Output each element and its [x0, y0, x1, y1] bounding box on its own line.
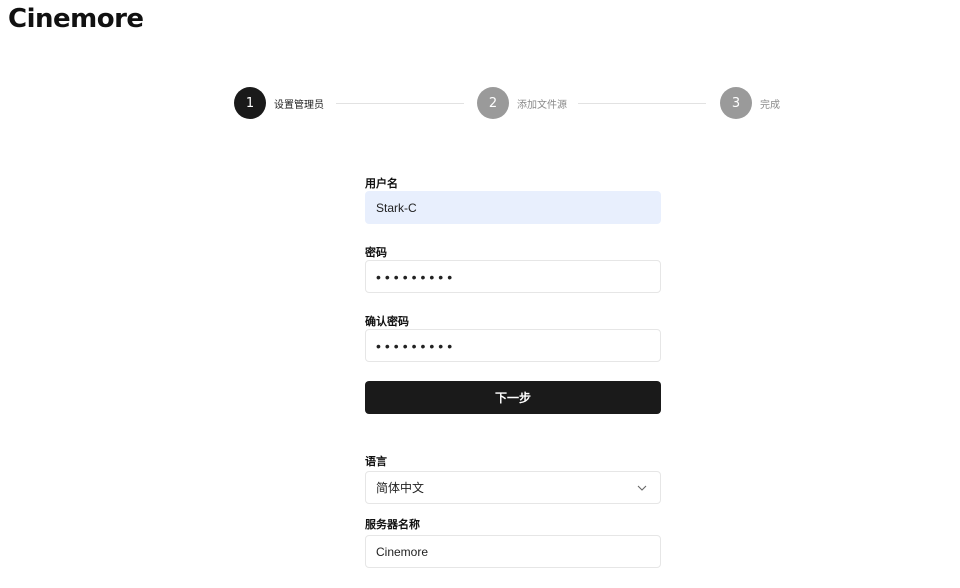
- next-button[interactable]: 下一步: [365, 381, 661, 414]
- password-label: 密码: [365, 246, 387, 259]
- step-1: 1 设置管理员: [234, 87, 324, 119]
- server-name-label: 服务器名称: [365, 518, 420, 531]
- step-3: 3 完成: [720, 87, 780, 119]
- app-title: Cinemore: [8, 4, 144, 34]
- confirm-password-value: •••••••••: [376, 337, 457, 354]
- step-1-label: 设置管理员: [274, 99, 324, 111]
- step-2: 2 添加文件源: [477, 87, 567, 119]
- step-2-number: 2: [477, 87, 509, 119]
- username-label: 用户名: [365, 177, 398, 190]
- step-3-label: 完成: [760, 99, 780, 111]
- confirm-password-label: 确认密码: [365, 315, 409, 328]
- step-1-number: 1: [234, 87, 266, 119]
- language-select[interactable]: 简体中文: [365, 471, 661, 504]
- password-input[interactable]: •••••••••: [365, 260, 661, 293]
- password-value: •••••••••: [376, 268, 457, 285]
- language-selected-value: 简体中文: [376, 481, 425, 495]
- server-name-value: Cinemore: [376, 544, 429, 559]
- step-3-number: 3: [720, 87, 752, 119]
- server-name-input[interactable]: Cinemore: [365, 535, 661, 568]
- username-input[interactable]: Stark-C: [365, 191, 661, 224]
- step-2-label: 添加文件源: [517, 99, 567, 111]
- language-label: 语言: [365, 455, 387, 468]
- setup-stepper: 1 设置管理员 2 添加文件源 3 完成: [234, 87, 782, 119]
- step-connector: [336, 103, 464, 104]
- step-connector: [578, 103, 706, 104]
- confirm-password-input[interactable]: •••••••••: [365, 329, 661, 362]
- chevron-down-icon: [636, 482, 648, 494]
- username-value: Stark-C: [376, 200, 417, 215]
